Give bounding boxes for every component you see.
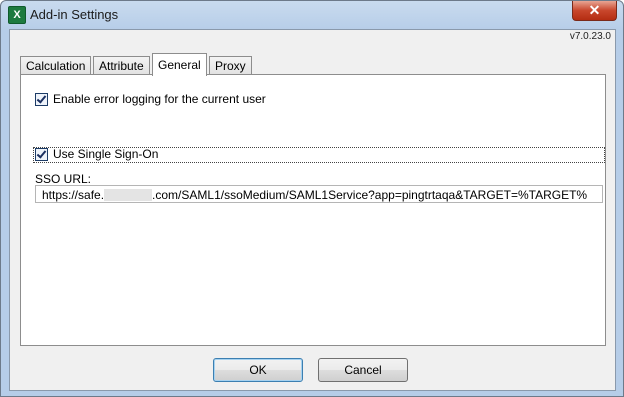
- sso-url-prefix: https://safe.: [42, 188, 105, 202]
- cancel-button[interactable]: Cancel: [318, 358, 408, 382]
- excel-icon: X: [8, 6, 26, 24]
- add-in-settings-window: X Add-in Settings ✕ v7.0.23.0 Calculatio…: [0, 0, 624, 397]
- error-logging-checkbox[interactable]: [35, 92, 48, 106]
- redacted-domain: [104, 189, 153, 201]
- error-logging-label: Enable error logging for the current use…: [53, 92, 266, 106]
- tab-calculation[interactable]: Calculation: [20, 56, 92, 75]
- close-button[interactable]: ✕: [572, 1, 617, 21]
- sso-checkbox[interactable]: [35, 147, 48, 161]
- sso-url-suffix: .com/SAML1/ssoMedium/SAML1Service?app=pi…: [152, 188, 588, 202]
- tab-general[interactable]: General: [152, 53, 207, 76]
- sso-url-label: SSO URL:: [35, 172, 92, 186]
- window-title: Add-in Settings: [30, 7, 119, 22]
- tab-proxy[interactable]: Proxy: [209, 56, 252, 75]
- sso-url-field[interactable]: https://safe. .com/SAML1/ssoMedium/SAML1S…: [35, 185, 603, 203]
- title-bar[interactable]: X Add-in Settings ✕: [1, 1, 623, 29]
- ok-button[interactable]: OK: [213, 358, 303, 382]
- sso-option[interactable]: Use Single Sign-On: [35, 146, 158, 162]
- dialog-body: v7.0.23.0 Calculation Attribute General …: [9, 29, 616, 391]
- version-label: v7.0.23.0: [569, 31, 611, 42]
- tab-attribute[interactable]: Attribute: [93, 56, 150, 75]
- sso-label: Use Single Sign-On: [53, 147, 159, 161]
- error-logging-option[interactable]: Enable error logging for the current use…: [35, 91, 266, 107]
- close-icon: ✕: [588, 2, 601, 18]
- general-tab-panel: Enable error logging for the current use…: [20, 74, 606, 346]
